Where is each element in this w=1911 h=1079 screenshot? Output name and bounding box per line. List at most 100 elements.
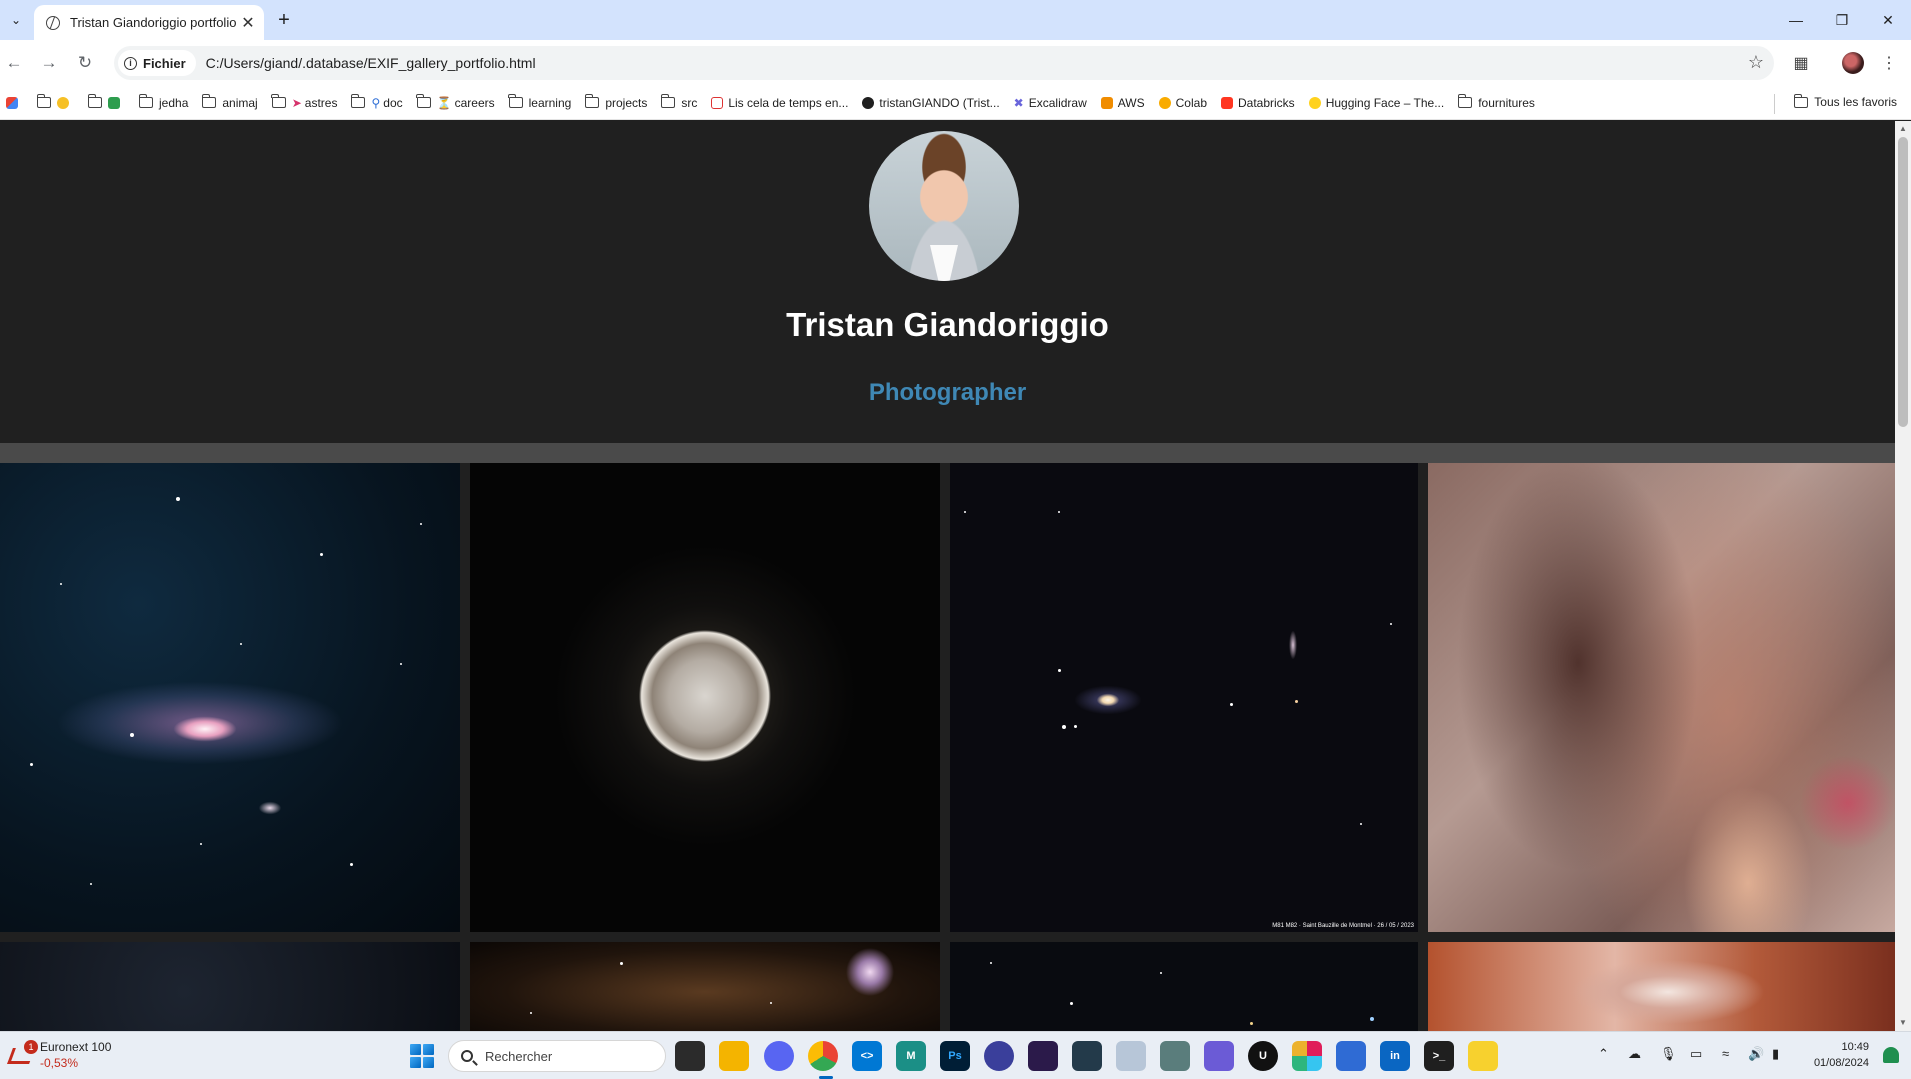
volume-icon[interactable]: 🔊	[1748, 1046, 1764, 1062]
back-arrow-icon[interactable]: ←	[2, 51, 26, 75]
bookmark-colab[interactable]: Colab	[1158, 96, 1207, 110]
site-info-chip[interactable]: i Fichier	[118, 50, 196, 76]
astro-app-icon[interactable]	[1160, 1041, 1190, 1071]
bookmark-hugging-face[interactable]: Hugging Face – The...	[1308, 96, 1444, 110]
address-bar[interactable]: i Fichier C:/Users/giand/.database/EXIF_…	[114, 46, 1774, 80]
terminal-icon[interactable]: >_	[1424, 1041, 1454, 1071]
gallery-photo-nebula-dark[interactable]	[0, 942, 460, 1031]
bookmark-src[interactable]: src	[660, 94, 697, 110]
siril-icon[interactable]	[1028, 1041, 1058, 1071]
page-scrollbar[interactable]: ▲ ▼	[1895, 121, 1911, 1031]
close-window-icon[interactable]: ✕	[1865, 6, 1911, 34]
reload-icon[interactable]: ↻	[73, 51, 97, 75]
bookmark-animaj[interactable]: animaj	[201, 94, 258, 110]
notification-bell-icon[interactable]	[1883, 1047, 1899, 1063]
image-viewer-icon[interactable]	[1116, 1041, 1146, 1071]
chrome-icon[interactable]	[808, 1041, 838, 1071]
photo-gallery: M81 M82 · Saint Bauzille de Montmel · 26…	[0, 463, 1895, 1031]
folder-icon	[138, 94, 153, 108]
outlook-icon[interactable]	[1336, 1041, 1366, 1071]
bookmark-fournitures[interactable]: fournitures	[1457, 94, 1535, 110]
url-text[interactable]: C:/Users/giand/.database/EXIF_gallery_po…	[206, 55, 536, 71]
scroll-up-arrow-icon[interactable]: ▲	[1898, 124, 1908, 134]
bookmark-folder-emoji-2[interactable]	[87, 94, 125, 109]
bookmark-aws[interactable]: AWS	[1100, 96, 1145, 110]
gallery-photo-andromeda[interactable]	[0, 463, 460, 932]
menu-kebab-icon[interactable]: ⋮	[1876, 50, 1902, 76]
minimize-icon[interactable]: —	[1773, 6, 1819, 34]
bookmark-careers[interactable]: ⏳ careers	[416, 94, 495, 110]
gallery-photo-milky-way[interactable]	[1428, 463, 1895, 932]
gallery-photo-nebula-red[interactable]	[1428, 942, 1895, 1031]
tab-close-icon[interactable]: ✕	[238, 13, 258, 33]
restore-icon[interactable]: ❐	[1819, 6, 1865, 34]
folder-icon	[201, 94, 217, 108]
folder-icon	[660, 94, 676, 108]
windows-start-icon[interactable]	[410, 1044, 434, 1068]
desktop: ⌄ Tristan Giandoriggio portfolio ✕ + — ❐…	[0, 0, 1911, 1079]
file-explorer-icon[interactable]	[719, 1041, 749, 1071]
photographer-role: Photographer	[868, 379, 1027, 406]
photographer-name: Tristan Giandoriggio	[786, 306, 1109, 343]
gallery-photo-starfield[interactable]	[950, 942, 1418, 1031]
stock-widget[interactable]: 1 Euronext 100 -0,53%	[7, 1040, 112, 1070]
bookmark-lis-cela[interactable]: Lis cela de temps en...	[711, 96, 848, 110]
vscode-icon[interactable]: <>	[852, 1041, 882, 1071]
slack-icon[interactable]	[1292, 1041, 1322, 1071]
bookmark-star-icon[interactable]: ☆	[1748, 52, 1764, 73]
bookmark-github[interactable]: tristanGIANDO (Trist...	[862, 96, 1000, 110]
microphone-icon[interactable]: 🎙	[1660, 1046, 1677, 1062]
folder-icon	[1793, 93, 1809, 108]
bookmark-excalidraw[interactable]: ✖ Excalidraw	[1014, 96, 1087, 110]
sticky-notes-icon[interactable]	[1468, 1041, 1498, 1071]
bookmark-learning[interactable]: learning	[508, 94, 571, 110]
bookmark-astres[interactable]: ➤ astres	[271, 94, 337, 110]
photoshop-icon[interactable]: Ps	[940, 1041, 970, 1071]
onedrive-icon[interactable]: ☁	[1628, 1046, 1641, 1062]
windows-taskbar: 1 Euronext 100 -0,53% Rechercher <> M Ps…	[0, 1031, 1911, 1079]
tab-search-chevron-icon[interactable]: ⌄	[4, 8, 28, 32]
photo-caption: M81 M82 · Saint Bauzille de Montmel · 26…	[1272, 923, 1414, 929]
linkedin-icon[interactable]: in	[1380, 1041, 1410, 1071]
discord-icon[interactable]	[764, 1041, 794, 1071]
folder-icon	[416, 94, 431, 108]
scroll-down-arrow-icon[interactable]: ▼	[1898, 1018, 1908, 1028]
tab-title: Tristan Giandoriggio portfolio	[70, 15, 237, 30]
m-app-icon[interactable]: M	[896, 1041, 926, 1071]
forward-arrow-icon[interactable]: →	[37, 51, 61, 75]
bookmark-jedha[interactable]: jedha	[138, 94, 188, 110]
display-icon[interactable]: ▭	[1690, 1046, 1702, 1062]
clock-date: 01/08/2024	[1813, 1057, 1869, 1069]
battery-icon[interactable]: ▮	[1772, 1046, 1779, 1062]
extensions-icon[interactable]: ▦	[1788, 50, 1814, 76]
wifi-icon[interactable]: ≈	[1722, 1046, 1729, 1061]
bookmark-doc[interactable]: ⚲ doc	[350, 94, 403, 110]
task-view-icon[interactable]	[675, 1041, 705, 1071]
folder-icon	[350, 94, 366, 108]
search-icon	[461, 1050, 473, 1062]
bookmarks-bar: jedha animaj ➤ astres ⚲ doc ⏳ careers learn…	[0, 86, 1911, 120]
bookmark-projects[interactable]: projects	[584, 94, 647, 110]
unreal-engine-icon[interactable]: U	[1248, 1041, 1278, 1071]
stock-name: Euronext 100	[40, 1040, 112, 1054]
proton-vpn-icon[interactable]	[1204, 1041, 1234, 1071]
gallery-photo-moon[interactable]	[470, 463, 940, 932]
bookmark-databricks[interactable]: Databricks	[1221, 96, 1295, 110]
tab-active[interactable]: Tristan Giandoriggio portfolio ✕	[34, 5, 264, 40]
globe-icon	[46, 15, 60, 30]
system-clock[interactable]: 10:49 01/08/2024	[1814, 1039, 1869, 1071]
gallery-photo-starfield-pink[interactable]	[470, 942, 940, 1031]
profile-photo	[869, 131, 1019, 281]
gmail-icon[interactable]	[6, 96, 23, 109]
gallery-photo-m81-m82[interactable]: M81 M82 · Saint Bauzille de Montmel · 26…	[950, 463, 1418, 932]
profile-avatar[interactable]	[1840, 50, 1866, 76]
search-placeholder: Rechercher	[485, 1048, 553, 1064]
bookmark-folder-emoji-1[interactable]	[36, 94, 74, 109]
tray-chevron-icon[interactable]: ⌃	[1598, 1046, 1609, 1062]
all-bookmarks[interactable]: Tous les favoris	[1793, 93, 1897, 109]
stellarium-icon[interactable]	[984, 1041, 1014, 1071]
davinci-icon[interactable]	[1072, 1041, 1102, 1071]
scroll-thumb[interactable]	[1898, 137, 1908, 427]
new-tab-button[interactable]: +	[272, 8, 296, 32]
taskbar-search[interactable]: Rechercher	[448, 1040, 666, 1072]
